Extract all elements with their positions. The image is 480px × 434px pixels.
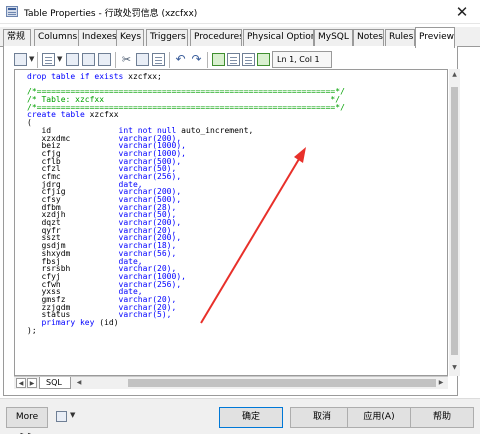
replace-icon[interactable] bbox=[227, 53, 240, 66]
cursor-position: Ln 1, Col 1 bbox=[272, 51, 332, 68]
code-line: ); bbox=[27, 325, 37, 335]
dialog-footer: More >> ▼ 确定 取消 应用(A) 帮助 bbox=[0, 398, 480, 434]
tab-columns[interactable]: Columns bbox=[34, 29, 79, 46]
sheet-prev-icon[interactable]: ◀ bbox=[16, 378, 26, 388]
new-icon[interactable] bbox=[42, 53, 55, 66]
options-icon[interactable] bbox=[56, 411, 67, 422]
sql-code[interactable]: drop table if exists xzcfxx;/*==========… bbox=[27, 72, 437, 335]
column-type: varchar(5), bbox=[118, 310, 172, 320]
tab-keys[interactable]: Keys bbox=[116, 29, 144, 46]
tab-notes[interactable]: Notes bbox=[353, 29, 384, 46]
tab-triggers[interactable]: Triggers bbox=[146, 29, 188, 46]
chevron-down-icon[interactable]: ▼ bbox=[57, 55, 62, 63]
horizontal-scroll-thumb[interactable] bbox=[128, 379, 436, 387]
properties-icon[interactable] bbox=[14, 53, 27, 66]
vertical-scrollbar[interactable]: ▲ ▼ bbox=[449, 69, 460, 376]
tab-indexes[interactable]: Indexes bbox=[78, 29, 117, 46]
sheet-tab-bar: ◀ ▶ SQL ◀ ▶ bbox=[14, 376, 448, 389]
open-icon[interactable] bbox=[66, 53, 79, 66]
tab-mysql[interactable]: MySQL bbox=[314, 29, 353, 46]
copy-icon[interactable] bbox=[136, 53, 149, 66]
vertical-scroll-thumb[interactable] bbox=[451, 87, 458, 355]
chevron-down-icon[interactable]: ▼ bbox=[29, 55, 34, 63]
toolbar-separator bbox=[207, 52, 208, 68]
code-line: create table xzcfxx bbox=[27, 110, 119, 120]
print-icon[interactable] bbox=[98, 53, 111, 66]
cut-icon[interactable]: ✂ bbox=[120, 53, 133, 66]
scroll-down-icon[interactable]: ▼ bbox=[449, 364, 460, 374]
scroll-left-icon[interactable]: ◀ bbox=[74, 378, 84, 388]
scroll-up-icon[interactable]: ▲ bbox=[449, 71, 460, 81]
help-button[interactable]: 帮助 bbox=[410, 407, 474, 428]
editor-toolbar: ▼ ▼ ✂ ↶ ↷ Ln 1, Col 1 bbox=[14, 51, 434, 69]
sheet-tab-sql[interactable]: SQL bbox=[39, 377, 71, 389]
tab-preview[interactable]: Preview bbox=[415, 27, 455, 48]
toolbar-separator bbox=[115, 52, 116, 68]
title-bar: Table Properties - 行政处罚信息 (xzcfxx) ✕ bbox=[0, 0, 480, 24]
window-title: Table Properties - 行政处罚信息 (xzcfxx) bbox=[24, 9, 198, 19]
insert-icon[interactable] bbox=[242, 53, 255, 66]
save-icon[interactable] bbox=[82, 53, 95, 66]
horizontal-scrollbar[interactable]: ◀ ▶ bbox=[74, 378, 446, 388]
redo-icon[interactable]: ↷ bbox=[190, 53, 203, 66]
sql-preview-editor[interactable]: drop table if exists xzcfxx;/*==========… bbox=[14, 69, 448, 376]
undo-icon[interactable]: ↶ bbox=[174, 53, 187, 66]
ok-button[interactable]: 确定 bbox=[219, 407, 283, 428]
chevron-down-icon[interactable]: ▼ bbox=[70, 411, 75, 419]
tab-general[interactable]: 常规 bbox=[3, 29, 31, 46]
sheet-next-icon[interactable]: ▶ bbox=[27, 378, 37, 388]
toolbar-separator bbox=[169, 52, 170, 68]
code-line: primary key (id) bbox=[27, 318, 119, 327]
tab-rules[interactable]: Rules bbox=[385, 29, 415, 46]
toolbar-separator bbox=[37, 52, 38, 68]
tab-physical-options[interactable]: Physical Options bbox=[243, 29, 314, 46]
table-properties-icon bbox=[6, 6, 18, 17]
apply-button[interactable]: 应用(A) bbox=[347, 407, 411, 428]
tab-procedures[interactable]: Procedures bbox=[190, 29, 242, 46]
cancel-button[interactable]: 取消 bbox=[290, 407, 354, 428]
code-line: drop table if exists xzcfxx; bbox=[27, 72, 162, 81]
paste-icon[interactable] bbox=[152, 53, 165, 66]
tab-bar: 常规 Columns Indexes Keys Triggers Procedu… bbox=[0, 27, 480, 48]
more-button[interactable]: More >> bbox=[6, 407, 48, 434]
close-icon[interactable]: ✕ bbox=[446, 1, 478, 23]
scroll-right-icon[interactable]: ▶ bbox=[436, 378, 446, 388]
find-icon[interactable] bbox=[212, 53, 225, 66]
check-icon[interactable] bbox=[257, 53, 270, 66]
